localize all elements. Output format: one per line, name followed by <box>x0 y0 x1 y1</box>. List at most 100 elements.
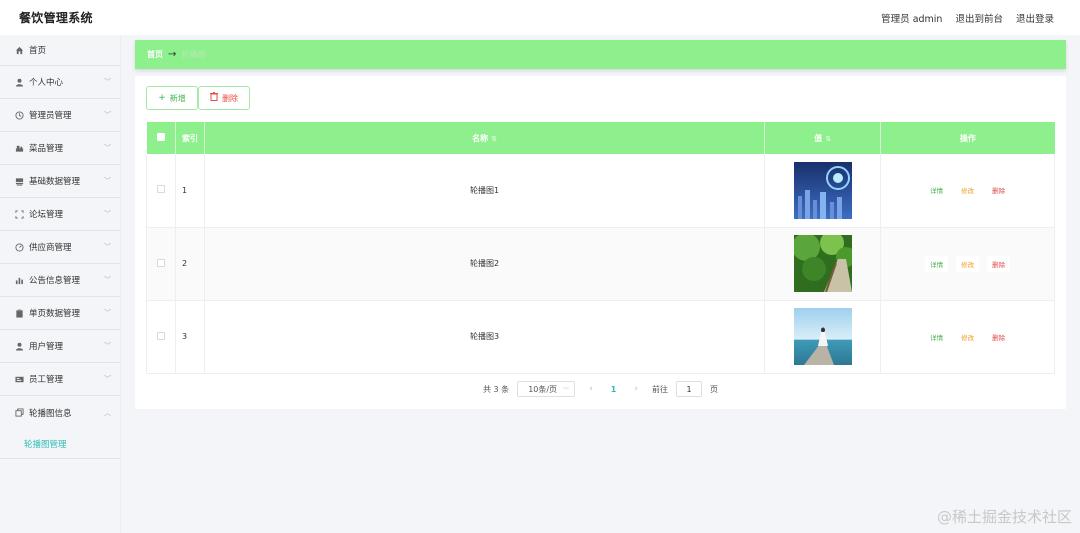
sidebar-item-label: 菜品管理 <box>29 144 64 154</box>
sidebar-item-label: 公告信息管理 <box>29 276 81 286</box>
detail-button[interactable]: 详情 <box>925 255 949 272</box>
pagination: 共 3 条 10条/页 ﹀ ‹ 1 › 前往 页 <box>135 381 1066 397</box>
carousel-table: 索引 名称 ⇅ 值 ⇅ 操作 1 轮播图1 详情 修改 删除 2 轮播图2 详情… <box>146 122 1055 374</box>
sidebar-item-suppliers[interactable]: 供应商管理 ﹀ <box>0 231 120 264</box>
carousel-thumbnail-city[interactable] <box>793 161 852 219</box>
table-row: 1 轮播图1 详情 修改 删除 <box>146 154 1055 228</box>
sidebar-item-label: 基础数据管理 <box>29 177 81 187</box>
row-image-cell <box>764 154 882 228</box>
row-delete-button[interactable]: 删除 <box>987 182 1011 199</box>
page-unit-label: 页 <box>709 384 718 394</box>
sidebar-item-forum[interactable]: 论坛管理 ﹀ <box>0 198 120 231</box>
logout-link[interactable]: 退出登录 <box>1016 11 1054 25</box>
row-checkbox-cell[interactable] <box>146 227 176 301</box>
home-icon <box>14 45 24 55</box>
sidebar-item-label: 员工管理 <box>29 375 64 385</box>
goto-page-input[interactable] <box>675 381 702 397</box>
chevron-down-icon: ﹀ <box>104 375 111 383</box>
row-actions: 详情 修改 删除 <box>880 154 1055 228</box>
edit-button[interactable]: 修改 <box>956 182 980 199</box>
row-checkbox-cell[interactable] <box>146 154 176 228</box>
sidebar-item-label: 单页数据管理 <box>29 309 81 319</box>
sidebar-item-single-page[interactable]: 单页数据管理 ﹀ <box>0 297 120 330</box>
page-size-select[interactable]: 10条/页 ﹀ <box>517 381 576 397</box>
breadcrumb-home[interactable]: 首页 <box>147 49 163 60</box>
id-card-icon <box>14 374 24 384</box>
exit-to-front-link[interactable]: 退出到前台 <box>955 11 1003 25</box>
sort-icon[interactable]: ⇅ <box>491 135 497 143</box>
bar-chart-icon <box>14 275 24 285</box>
detail-button[interactable]: 详情 <box>925 328 949 345</box>
chevron-down-icon: ﹀ <box>104 342 111 350</box>
row-index: 2 <box>175 227 205 301</box>
row-image-cell <box>764 227 882 301</box>
prev-page-button[interactable]: ‹ <box>583 384 599 394</box>
sidebar-item-carousel[interactable]: 轮播图信息 ︿ <box>0 396 120 429</box>
row-delete-button[interactable]: 删除 <box>987 255 1011 272</box>
row-actions: 详情 修改 删除 <box>880 300 1055 374</box>
sidebar-item-dishes[interactable]: 菜品管理 ﹀ <box>0 132 120 165</box>
row-name: 轮播图3 <box>204 300 766 374</box>
chevron-down-icon: ﹀ <box>104 309 111 317</box>
arrow-right-icon: → <box>168 49 177 60</box>
row-checkbox[interactable] <box>156 185 165 194</box>
dish-icon <box>14 143 24 153</box>
next-page-button[interactable]: › <box>628 384 644 394</box>
delete-button-label: 删除 <box>222 93 238 103</box>
sidebar: 首页 个人中心 ﹀ 管理员管理 ﹀ 菜品管理 ﹀ 基础数据管理 ﹀ 论坛管理 ﹀ <box>0 35 121 533</box>
table-header-row: 索引 名称 ⇅ 值 ⇅ 操作 <box>146 122 1055 154</box>
trash-icon <box>210 92 218 104</box>
row-checkbox[interactable] <box>156 331 165 340</box>
table-row: 3 轮播图3 详情 修改 删除 <box>146 300 1055 374</box>
sidebar-subitem-carousel-management[interactable]: 轮播图管理 <box>0 429 120 459</box>
select-all-cell[interactable] <box>146 122 176 154</box>
detail-button[interactable]: 详情 <box>925 182 949 199</box>
add-button[interactable]: + 新增 <box>146 86 198 110</box>
chevron-down-icon: ﹀ <box>104 243 111 251</box>
plus-icon: + <box>158 93 166 103</box>
sidebar-item-label: 轮播图信息 <box>29 408 72 419</box>
sidebar-item-profile[interactable]: 个人中心 ﹀ <box>0 66 120 99</box>
watermark: @稀土掘金技术社区 <box>936 508 1072 526</box>
frame-icon <box>14 209 24 219</box>
row-index: 1 <box>175 154 205 228</box>
sidebar-item-label: 论坛管理 <box>29 210 64 220</box>
copy-icon <box>14 408 24 418</box>
table-row: 2 轮播图2 详情 修改 删除 <box>146 227 1055 301</box>
current-page-number[interactable]: 1 <box>607 385 621 394</box>
row-index: 3 <box>175 300 205 374</box>
chevron-down-icon: ﹀ <box>104 276 111 284</box>
header-value[interactable]: 值 ⇅ <box>764 122 882 154</box>
row-checkbox-cell[interactable] <box>146 300 176 374</box>
select-all-checkbox[interactable] <box>156 133 165 141</box>
admin-user-label: 管理员 admin <box>881 13 943 25</box>
sidebar-item-basic-data[interactable]: 基础数据管理 ﹀ <box>0 165 120 198</box>
goto-label: 前往 <box>651 384 668 394</box>
header-index: 索引 <box>175 122 205 154</box>
chevron-down-icon: ﹀ <box>104 177 111 185</box>
user-icon <box>14 77 24 87</box>
sidebar-item-home[interactable]: 首页 <box>0 35 120 66</box>
edit-button[interactable]: 修改 <box>956 255 980 272</box>
chevron-down-icon: ﹀ <box>563 386 570 394</box>
sidebar-item-users[interactable]: 用户管理 ﹀ <box>0 330 120 363</box>
sidebar-item-staff[interactable]: 员工管理 ﹀ <box>0 363 120 396</box>
row-delete-button[interactable]: 删除 <box>987 328 1011 345</box>
chevron-down-icon: ﹀ <box>104 144 111 152</box>
app-title: 餐饮管理系统 <box>19 11 93 25</box>
sort-icon[interactable]: ⇅ <box>825 135 831 143</box>
delete-button[interactable]: 删除 <box>198 86 250 110</box>
carousel-thumbnail-sea[interactable] <box>793 308 852 365</box>
edit-button[interactable]: 修改 <box>956 328 980 345</box>
sidebar-item-admins[interactable]: 管理员管理 ﹀ <box>0 99 120 132</box>
header-name[interactable]: 名称 ⇅ <box>204 122 766 154</box>
row-checkbox[interactable] <box>156 258 165 267</box>
top-header: 餐饮管理系统 管理员 admin 退出到前台 退出登录 <box>0 0 1080 35</box>
sidebar-item-notices[interactable]: 公告信息管理 ﹀ <box>0 264 120 297</box>
sidebar-item-label: 首页 <box>29 46 47 56</box>
sidebar-item-label: 管理员管理 <box>29 111 72 121</box>
chevron-up-icon: ︿ <box>104 408 111 417</box>
row-name: 轮播图2 <box>204 227 766 301</box>
carousel-thumbnail-forest[interactable] <box>793 235 852 292</box>
chevron-down-icon: ﹀ <box>104 210 111 218</box>
